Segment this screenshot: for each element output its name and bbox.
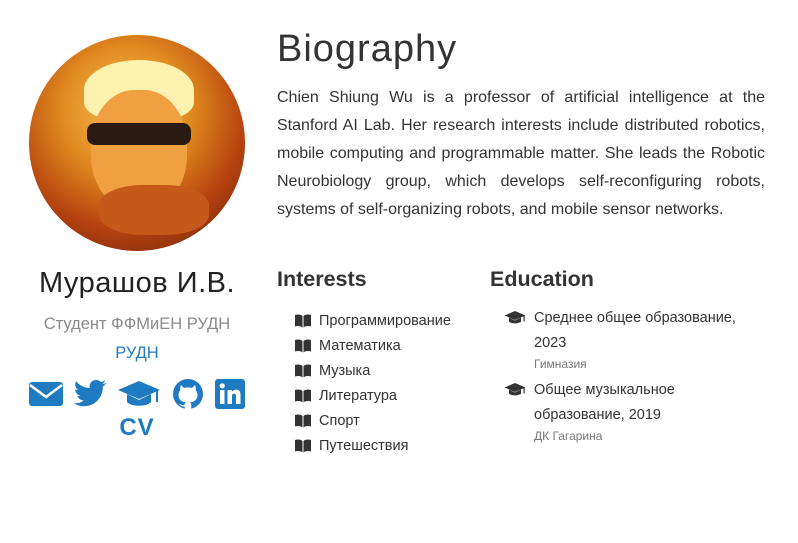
list-item: Музыка [277, 358, 487, 383]
graduation-cap-icon[interactable] [117, 379, 161, 409]
role-text: Студент ФФМиЕН РУДН [43, 315, 231, 333]
org-link[interactable]: РУДН [115, 344, 158, 362]
profile-role: Студент ФФМиЕН РУДН РУДН [20, 310, 254, 368]
linkedin-icon[interactable] [215, 379, 245, 409]
interests-list: Программирование Математика Музыка Литер… [277, 308, 487, 458]
education-institution: ДК Гагарина [534, 429, 603, 443]
education-list: Среднее общее образование, 2023 Гимназия… [490, 306, 765, 448]
list-item: Программирование [277, 308, 487, 333]
social-links [20, 378, 254, 410]
list-item: Среднее общее образование, 2023 Гимназия [490, 306, 765, 376]
github-icon[interactable] [171, 378, 205, 410]
interest-label: Программирование [319, 312, 451, 329]
list-item: Общее музыкальное образование, 2019 ДК Г… [490, 378, 765, 448]
book-icon [295, 388, 311, 402]
interests-section: Interests Программирование Математика Му… [277, 267, 487, 458]
list-item: Спорт [277, 408, 487, 433]
biography-title: Biography [277, 28, 458, 70]
education-course: Общее музыкальное образование, 2019 [534, 382, 675, 423]
biography-text: Chien Shiung Wu is a professor of artifi… [277, 89, 765, 218]
book-icon [295, 413, 311, 427]
avatar [29, 35, 245, 251]
interests-title: Interests [277, 267, 367, 291]
list-item: Литература [277, 383, 487, 408]
envelope-icon[interactable] [29, 380, 63, 408]
interest-label: Математика [319, 337, 401, 354]
book-icon [295, 363, 311, 377]
twitter-icon[interactable] [73, 379, 107, 409]
education-course: Среднее общее образование, 2023 [534, 310, 736, 351]
education-title: Education [490, 267, 594, 291]
interest-label: Путешествия [319, 437, 409, 454]
graduation-cap-icon [504, 311, 526, 324]
book-icon [295, 438, 311, 452]
biography-section: Biography Chien Shiung Wu is a professor… [277, 28, 765, 224]
cv-link[interactable]: CV [20, 414, 254, 442]
book-icon [295, 338, 311, 352]
education-section: Education Среднее общее образование, 202… [490, 267, 765, 450]
education-institution: Гимназия [534, 357, 587, 371]
interest-label: Спорт [319, 412, 360, 429]
profile-sidebar: Мурашов И.В. Студент ФФМиЕН РУДН РУДН CV [20, 35, 254, 442]
list-item: Путешествия [277, 433, 487, 458]
book-icon [295, 313, 311, 327]
list-item: Математика [277, 333, 487, 358]
interest-label: Музыка [319, 362, 371, 379]
interest-label: Литература [319, 387, 397, 404]
graduation-cap-icon [504, 383, 526, 396]
profile-name: Мурашов И.В. [38, 267, 236, 299]
